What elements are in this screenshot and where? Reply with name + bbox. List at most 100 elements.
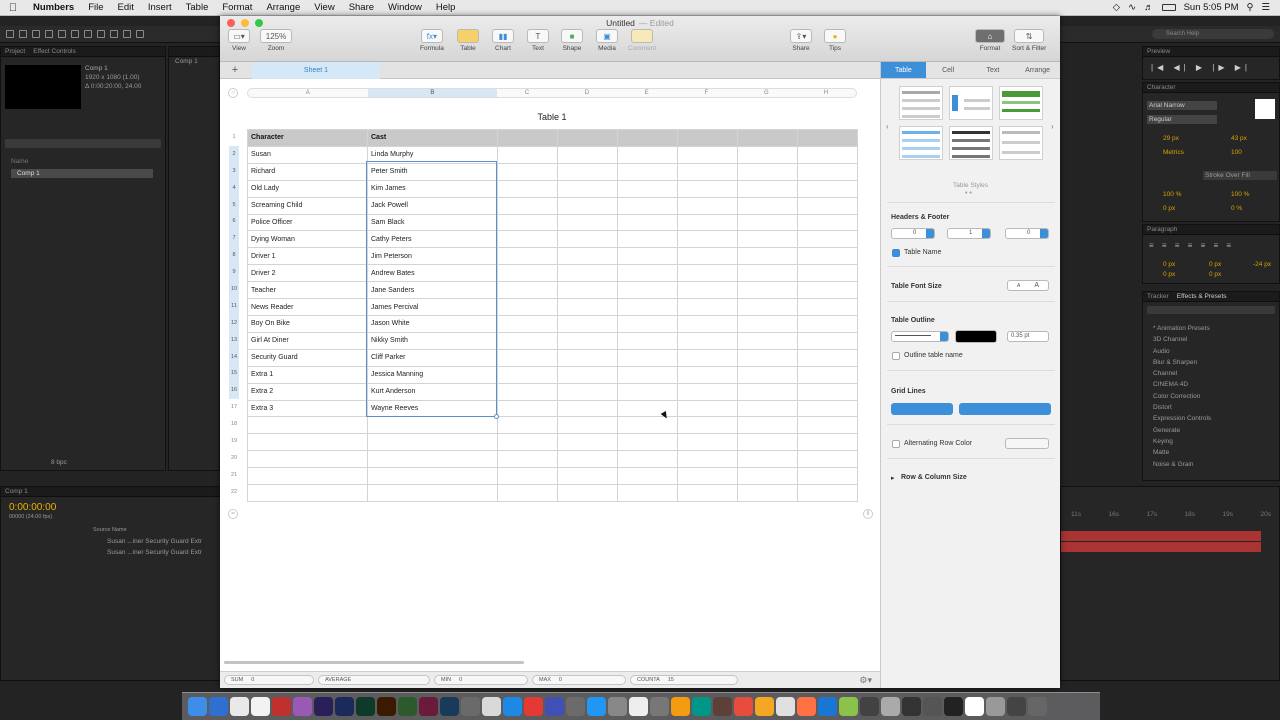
table-title[interactable]: Table 1 xyxy=(247,112,857,122)
dock-app-icon[interactable] xyxy=(335,697,354,716)
dock-app-icon[interactable] xyxy=(797,697,816,716)
effects-presets-tab[interactable]: Effects & Presets xyxy=(1177,292,1227,301)
menu-file[interactable]: File xyxy=(81,2,110,13)
row-header[interactable]: 10 xyxy=(229,281,239,298)
effects-item[interactable]: 3D Channel xyxy=(1147,334,1211,345)
outline-table-name-checkbox[interactable] xyxy=(892,352,900,360)
table-cell[interactable] xyxy=(677,399,738,418)
dock-app-icon[interactable] xyxy=(860,697,879,716)
dock-app-icon[interactable] xyxy=(272,697,291,716)
document-name[interactable]: Untitled xyxy=(606,18,635,28)
table-cell[interactable] xyxy=(617,264,678,283)
table-cell[interactable] xyxy=(557,467,618,486)
table-cell[interactable] xyxy=(247,467,368,486)
row-header[interactable]: 8 xyxy=(229,247,239,265)
font-size-value[interactable]: 29 px xyxy=(1163,135,1179,142)
table-cell[interactable] xyxy=(617,196,678,215)
zoom-tool-icon[interactable] xyxy=(32,30,40,38)
table-cell[interactable] xyxy=(677,348,738,367)
max-chip[interactable]: MAX 0 xyxy=(532,675,626,685)
menu-insert[interactable]: Insert xyxy=(141,2,179,13)
space-after-value[interactable]: 0 px xyxy=(1209,271,1221,278)
table-cell[interactable] xyxy=(497,162,558,181)
column-header-d[interactable]: D xyxy=(557,89,617,97)
dock-app-icon[interactable] xyxy=(692,697,711,716)
row-column-size-heading[interactable]: Row & Column Size xyxy=(901,474,967,481)
table-cell[interactable] xyxy=(497,331,558,350)
paragraph-tab[interactable]: Paragraph xyxy=(1147,225,1177,234)
table-cell[interactable] xyxy=(497,450,558,469)
tab-text[interactable]: Text xyxy=(971,62,1016,78)
table-cell[interactable] xyxy=(677,179,738,198)
table-cell[interactable] xyxy=(797,348,858,367)
table-cell[interactable] xyxy=(677,416,738,435)
row-header[interactable]: 14 xyxy=(229,348,239,366)
dock-app-icon[interactable] xyxy=(629,697,648,716)
dock-app-icon[interactable] xyxy=(776,697,795,716)
table-cell[interactable] xyxy=(557,298,618,316)
effects-item[interactable]: Blur & Sharpen xyxy=(1147,357,1211,368)
row-header[interactable]: 17 xyxy=(229,399,239,416)
column-header-c[interactable]: C xyxy=(497,89,557,97)
table-cell[interactable] xyxy=(557,196,618,215)
alternating-row-color-well[interactable] xyxy=(1005,438,1049,449)
table-cell[interactable] xyxy=(737,264,798,283)
indent-right-value[interactable]: 0 px xyxy=(1209,261,1221,268)
table-cell[interactable] xyxy=(617,162,678,181)
table-cell[interactable] xyxy=(617,145,678,164)
table-cell[interactable]: Character xyxy=(247,129,368,147)
table-cell[interactable] xyxy=(737,467,798,486)
battery-icon[interactable] xyxy=(1161,4,1176,11)
table-cell[interactable] xyxy=(797,213,858,232)
table-cell[interactable] xyxy=(617,433,678,452)
row-header[interactable]: 7 xyxy=(229,230,239,248)
header-columns-stepper[interactable]: 1 xyxy=(947,228,991,239)
table-cell[interactable]: Extra 2 xyxy=(247,382,368,401)
settings-gear-icon[interactable]: ⚙▾ xyxy=(859,675,872,686)
dock-app-icon[interactable] xyxy=(314,697,333,716)
column-header-e[interactable]: E xyxy=(617,89,677,97)
zoom-select[interactable]: 125% xyxy=(260,29,292,43)
table-cell[interactable] xyxy=(497,298,558,316)
table-cell[interactable]: Cliff Parker xyxy=(367,348,498,367)
table-cell[interactable] xyxy=(737,162,798,181)
table-cell[interactable] xyxy=(557,213,618,232)
preview-tab[interactable]: Preview xyxy=(1147,47,1170,56)
table-cell[interactable] xyxy=(617,484,678,502)
row-header[interactable]: 22 xyxy=(229,484,239,501)
vertical-scale-value[interactable]: 100 % xyxy=(1163,191,1181,198)
styles-page-dots[interactable]: • • xyxy=(965,190,972,197)
table-cell[interactable] xyxy=(737,281,798,300)
kerning-value[interactable]: Metrics xyxy=(1163,149,1184,156)
dock-app-icon[interactable] xyxy=(482,697,501,716)
apple-menu-icon[interactable]:  xyxy=(0,2,26,14)
dock-app-icon[interactable] xyxy=(293,697,312,716)
dock-app-icon[interactable] xyxy=(818,697,837,716)
table-cell[interactable]: Police Officer xyxy=(247,213,368,232)
table-cell[interactable] xyxy=(737,298,798,316)
table-cell[interactable]: Wayne Reeves xyxy=(367,399,498,418)
table-cell[interactable] xyxy=(497,281,558,300)
row-header[interactable]: 15 xyxy=(229,365,239,383)
table-cell[interactable] xyxy=(737,247,798,266)
stepper-icon[interactable] xyxy=(926,229,934,238)
grid-lines-horizontal-button[interactable] xyxy=(891,403,953,415)
table-cell[interactable] xyxy=(797,365,858,384)
table-cell[interactable] xyxy=(557,145,618,164)
decrease-font-button[interactable]: A xyxy=(1017,283,1020,289)
effects-item[interactable]: Noise & Grain xyxy=(1147,459,1211,470)
footer-rows-stepper[interactable]: 0 xyxy=(1005,228,1049,239)
effects-item[interactable]: Expression Controls xyxy=(1147,413,1211,424)
space-before-value[interactable]: 0 px xyxy=(1163,271,1175,278)
tsume-value[interactable]: 0 % xyxy=(1231,205,1242,212)
chart-button[interactable]: ▮▮ Chart xyxy=(492,29,514,52)
table-cell[interactable] xyxy=(497,129,558,147)
indent-first-value[interactable]: -24 px xyxy=(1253,261,1271,268)
table-style-6[interactable] xyxy=(999,126,1043,160)
menu-view[interactable]: View xyxy=(307,2,341,13)
table-cell[interactable] xyxy=(557,247,618,266)
clock[interactable]: Sun 5:05 PM xyxy=(1184,2,1239,13)
table-grid[interactable]: Character Cast Susan Linda Murphy Richard Pet… xyxy=(247,129,858,502)
table-cell[interactable] xyxy=(497,467,558,486)
dock-app-icon[interactable] xyxy=(608,697,627,716)
